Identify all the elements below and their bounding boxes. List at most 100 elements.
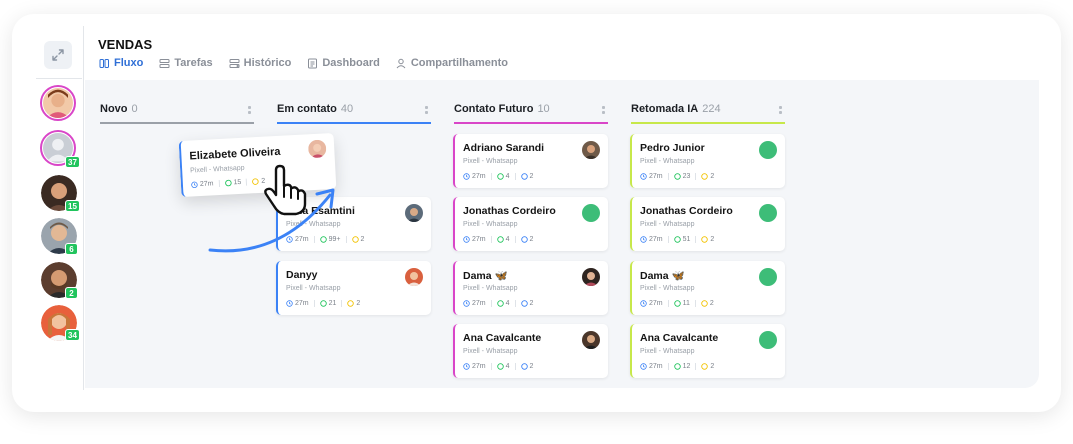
whatsapp-icon xyxy=(673,173,681,180)
column-menu-icon[interactable] xyxy=(779,106,785,114)
lead-time: 27m xyxy=(472,236,486,243)
lead-avatar xyxy=(405,268,423,286)
column-menu-icon[interactable] xyxy=(425,106,431,114)
lead-card[interactable]: Pedro Junior Pixell - Whatsapp 27m 23 2 xyxy=(630,134,785,188)
tag-icon xyxy=(351,236,359,243)
columns-icon xyxy=(99,58,110,69)
page-title: VENDAS xyxy=(98,37,153,52)
lead-card[interactable]: Jonathas Cordeiro Pixell - Whatsapp 27m … xyxy=(630,197,785,251)
column-em-contato: Em contato 40 xyxy=(277,100,431,124)
lead-messages: 23 xyxy=(682,173,691,180)
lead-avatar xyxy=(405,204,423,222)
whatsapp-icon xyxy=(673,363,681,370)
lead-messages: 4 xyxy=(505,363,510,370)
lead-meta: 27m 4 2 xyxy=(463,173,533,180)
tag-icon xyxy=(701,173,709,180)
lead-card[interactable]: Dama 🦋 Pixell - Whatsapp 27m 11 2 xyxy=(630,261,785,315)
lead-name: Elizabete Oliveira xyxy=(189,145,281,163)
lead-avatar xyxy=(582,141,600,159)
clock-icon xyxy=(640,363,647,370)
tag-icon xyxy=(701,236,709,243)
column-count: 10 xyxy=(537,103,550,115)
lead-card[interactable]: Dama 🦋 Pixell - Whatsapp 27m 4 2 xyxy=(453,261,608,315)
tab-dashboard[interactable]: Dashboard xyxy=(307,57,380,69)
column-menu-icon[interactable] xyxy=(602,106,608,114)
lead-meta: 27m 21 2 xyxy=(286,300,360,307)
lead-tags: 2 xyxy=(356,300,361,307)
lead-source: Pixell - Whatsapp xyxy=(463,348,518,355)
lead-tags: 2 xyxy=(529,236,534,243)
lead-time: 27m xyxy=(649,300,663,307)
whatsapp-icon xyxy=(496,173,504,180)
lead-messages: 4 xyxy=(505,300,510,307)
expand-icon xyxy=(52,49,64,61)
lead-name: Danyy xyxy=(286,269,318,281)
check-icon xyxy=(520,236,528,243)
check-icon xyxy=(520,363,528,370)
lead-card[interactable]: Adriano Sarandi Pixell - Whatsapp 27m 4 … xyxy=(453,134,608,188)
lead-tags: 2 xyxy=(529,173,534,180)
lead-time: 27m xyxy=(649,173,663,180)
lead-avatar xyxy=(582,331,600,349)
lead-meta: 27m 51 2 xyxy=(640,236,714,243)
lead-card[interactable]: Danyy Pixell - Whatsapp 27m 21 2 xyxy=(276,261,431,315)
column-underline xyxy=(631,122,785,124)
tab-fluxo[interactable]: Fluxo xyxy=(99,57,143,69)
lead-time: 27m xyxy=(649,236,663,243)
clock-icon xyxy=(191,181,198,189)
agent-avatar-selected[interactable] xyxy=(40,85,76,121)
lead-source: Pixell - Whatsapp xyxy=(640,158,695,165)
lead-tags: 2 xyxy=(710,363,715,370)
agent-count-badge: 2 xyxy=(65,287,78,299)
view-tabs: Fluxo Tarefas Histórico Dashboard Compar… xyxy=(99,57,508,69)
agent-count-badge: 37 xyxy=(65,156,80,168)
tag-icon xyxy=(701,363,709,370)
agents-sidebar: 37 15 6 2 34 xyxy=(24,26,84,390)
lead-source: Pixell - Whatsapp xyxy=(463,285,518,292)
lead-time: 27m xyxy=(472,173,486,180)
lead-source: Pixell - Whatsapp xyxy=(463,158,518,165)
lead-meta: 27m 4 2 xyxy=(463,236,533,243)
column-count: 0 xyxy=(131,103,138,115)
hand-cursor-icon xyxy=(264,164,307,216)
lead-avatar xyxy=(307,139,327,159)
tab-historico[interactable]: Histórico xyxy=(229,57,292,69)
lead-messages: 11 xyxy=(682,300,690,307)
tab-compartilhamento[interactable]: Compartilhamento xyxy=(396,57,508,69)
history-icon xyxy=(229,58,240,69)
tab-label: Fluxo xyxy=(114,57,144,69)
lead-source: Pixell - Whatsapp xyxy=(190,164,245,175)
column-retomada-ia: Retomada IA 224 xyxy=(631,100,785,124)
agent-count-badge: 6 xyxy=(65,243,78,255)
lead-card[interactable]: Ana Cavalcante Pixell - Whatsapp 27m 4 2 xyxy=(453,324,608,378)
lead-card[interactable]: Jonathas Cordeiro Pixell - Whatsapp 27m … xyxy=(453,197,608,251)
dashboard-icon xyxy=(307,58,318,69)
lead-avatar xyxy=(582,268,600,286)
whatsapp-icon xyxy=(496,236,504,243)
column-underline xyxy=(277,122,431,124)
column-count: 224 xyxy=(702,103,721,115)
lead-source: Pixell - Whatsapp xyxy=(286,285,341,292)
whatsapp-icon xyxy=(496,363,504,370)
tab-tarefas[interactable]: Tarefas xyxy=(159,57,213,69)
lead-card[interactable]: Ana Cavalcante Pixell - Whatsapp 27m 12 … xyxy=(630,324,785,378)
clock-icon xyxy=(640,173,647,180)
lead-source: Pixell - Whatsapp xyxy=(640,221,695,228)
tasks-icon xyxy=(159,58,170,69)
column-menu-icon[interactable] xyxy=(248,106,254,114)
expand-button[interactable] xyxy=(44,41,72,69)
lead-messages: 4 xyxy=(505,236,510,243)
lead-status-dot xyxy=(759,268,777,286)
column-title: Em contato xyxy=(277,103,337,115)
lead-meta: 27m 11 2 xyxy=(640,300,714,307)
lead-status-dot xyxy=(582,204,600,222)
lead-tags: 2 xyxy=(709,300,714,307)
check-icon xyxy=(520,173,528,180)
column-novo: Novo 0 xyxy=(100,100,254,124)
lead-source: Pixell - Whatsapp xyxy=(640,348,695,355)
lead-time: 27m xyxy=(472,363,486,370)
agent-count-badge: 15 xyxy=(65,200,80,212)
tab-label: Histórico xyxy=(243,57,292,69)
column-title: Retomada IA xyxy=(631,103,699,115)
lead-name: Dama 🦋 xyxy=(640,270,685,282)
